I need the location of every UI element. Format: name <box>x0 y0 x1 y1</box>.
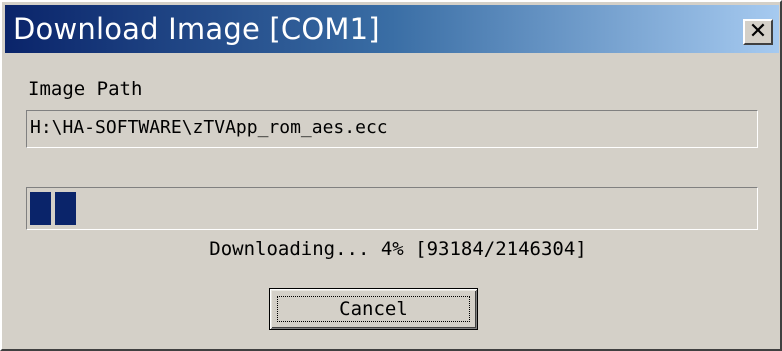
download-status-text: Downloading... 4% [93184/2146304] <box>209 238 587 260</box>
title-bar[interactable]: Download Image [COM1] ✕ <box>5 5 779 53</box>
image-path-field: H:\HA-SOFTWARE\zTVApp_rom_aes.ecc <box>26 110 758 148</box>
progress-block <box>55 192 76 225</box>
image-path-label: Image Path <box>28 78 143 100</box>
download-progress-bar <box>26 187 758 230</box>
close-button[interactable]: ✕ <box>743 19 773 45</box>
download-image-dialog: Download Image [COM1] ✕ Image Path H:\HA… <box>0 0 782 351</box>
cancel-button-label: Cancel <box>277 296 470 322</box>
cancel-button[interactable]: Cancel <box>269 288 478 330</box>
progress-block <box>30 192 51 225</box>
window-title: Download Image [COM1] <box>13 12 380 46</box>
close-icon: ✕ <box>748 19 768 44</box>
